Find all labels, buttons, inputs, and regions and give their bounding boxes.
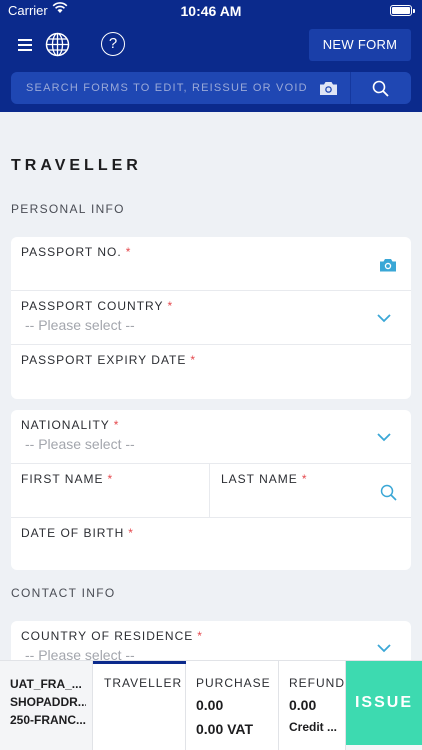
account-line-1: UAT_FRA_... [10, 677, 82, 691]
tab-refund-label: REFUND [289, 676, 345, 690]
search-bar [11, 72, 411, 104]
nationality-label: NATIONALITY * [21, 418, 119, 432]
active-tab-indicator [93, 661, 186, 664]
last-name-label-text: LAST NAME [221, 472, 298, 486]
refund-method: Credit ... [289, 720, 338, 734]
account-line-2: SHOPADDR... [10, 695, 86, 709]
last-name-field[interactable]: LAST NAME * [211, 464, 411, 518]
passport-expiry-label-text: PASSPORT EXPIRY DATE [21, 353, 187, 367]
first-name-label: FIRST NAME * [21, 472, 113, 486]
issue-button[interactable]: ISSUE [346, 661, 422, 745]
required-marker: * [301, 472, 308, 486]
first-name-label-text: FIRST NAME [21, 472, 104, 486]
purchase-vat: 0.00 VAT [196, 721, 254, 737]
status-bar: Carrier 10:46 AM [0, 0, 422, 22]
section-contact-info: CONTACT INFO [11, 586, 116, 600]
search-icon[interactable] [380, 484, 397, 501]
tab-refund[interactable]: REFUND 0.00 Credit ... [279, 661, 346, 750]
required-marker: * [167, 299, 174, 313]
passport-no-field[interactable]: PASSPORT NO. * [11, 237, 411, 291]
nationality-field[interactable]: NATIONALITY * -- Please select -- [11, 410, 411, 464]
section-personal-info: PERSONAL INFO [11, 202, 125, 216]
chevron-down-icon [377, 644, 391, 653]
app-header: Carrier 10:46 AM ? NEW FORM [0, 0, 422, 112]
first-name-field[interactable]: FIRST NAME * [11, 464, 210, 518]
passport-country-label: PASSPORT COUNTRY * [21, 299, 173, 313]
search-icon[interactable] [372, 80, 389, 97]
passport-scan-camera-icon[interactable] [379, 258, 397, 272]
globe-icon[interactable] [45, 32, 70, 57]
country-of-residence-label-text: COUNTRY OF RESIDENCE [21, 629, 194, 643]
account-summary[interactable]: UAT_FRA_... SHOPADDR... 250-FRANC... [0, 661, 93, 750]
required-marker: * [125, 245, 132, 259]
refund-amount: 0.00 [289, 697, 317, 713]
camera-icon[interactable] [319, 81, 338, 96]
required-marker: * [107, 472, 114, 486]
passport-expiry-label: PASSPORT EXPIRY DATE * [21, 353, 196, 367]
menu-icon[interactable] [18, 38, 32, 52]
nationality-label-text: NATIONALITY [21, 418, 110, 432]
chevron-down-icon [377, 314, 391, 323]
date-of-birth-label-text: DATE OF BIRTH [21, 526, 125, 540]
clock: 10:46 AM [180, 3, 242, 19]
required-marker: * [128, 526, 134, 540]
purchase-amount: 0.00 [196, 697, 224, 713]
search-input[interactable] [11, 72, 350, 104]
date-of-birth-field[interactable]: DATE OF BIRTH * [11, 518, 411, 570]
required-marker: * [197, 629, 203, 643]
nationality-value: -- Please select -- [25, 436, 135, 452]
required-marker: * [190, 353, 197, 367]
new-form-button[interactable]: NEW FORM [309, 29, 411, 61]
name-row: FIRST NAME * LAST NAME * [11, 464, 411, 518]
chevron-down-icon [377, 433, 391, 442]
identity-card: NATIONALITY * -- Please select -- FIRST N… [11, 410, 411, 570]
account-line-3: 250-FRANC... [10, 713, 86, 727]
passport-country-field[interactable]: PASSPORT COUNTRY * -- Please select -- [11, 291, 411, 345]
tab-purchase[interactable]: PURCHASE 0.00 0.00 VAT [186, 661, 279, 750]
passport-country-label-text: PASSPORT COUNTRY [21, 299, 164, 313]
tab-purchase-label: PURCHASE [196, 676, 271, 690]
help-icon[interactable]: ? [101, 32, 125, 56]
tab-traveller-label: TRAVELLER [104, 676, 183, 690]
date-of-birth-label: DATE OF BIRTH * [21, 526, 134, 540]
passport-no-label: PASSPORT NO. * [21, 245, 131, 259]
required-marker: * [113, 418, 120, 432]
page-title: TRAVELLER [11, 157, 142, 174]
country-of-residence-label: COUNTRY OF RESIDENCE * [21, 629, 203, 643]
passport-country-value: -- Please select -- [25, 317, 135, 333]
bottom-summary-bar: UAT_FRA_... SHOPADDR... 250-FRANC... TRA… [0, 660, 422, 750]
tab-traveller[interactable]: TRAVELLER [93, 661, 186, 750]
battery-icon [390, 5, 415, 16]
last-name-label: LAST NAME * [221, 472, 307, 486]
passport-card: PASSPORT NO. * PASSPORT COUNTRY * -- Pleas… [11, 237, 411, 399]
search-divider [350, 72, 351, 104]
passport-no-label-text: PASSPORT NO. [21, 245, 122, 259]
passport-expiry-field[interactable]: PASSPORT EXPIRY DATE * [11, 345, 411, 399]
